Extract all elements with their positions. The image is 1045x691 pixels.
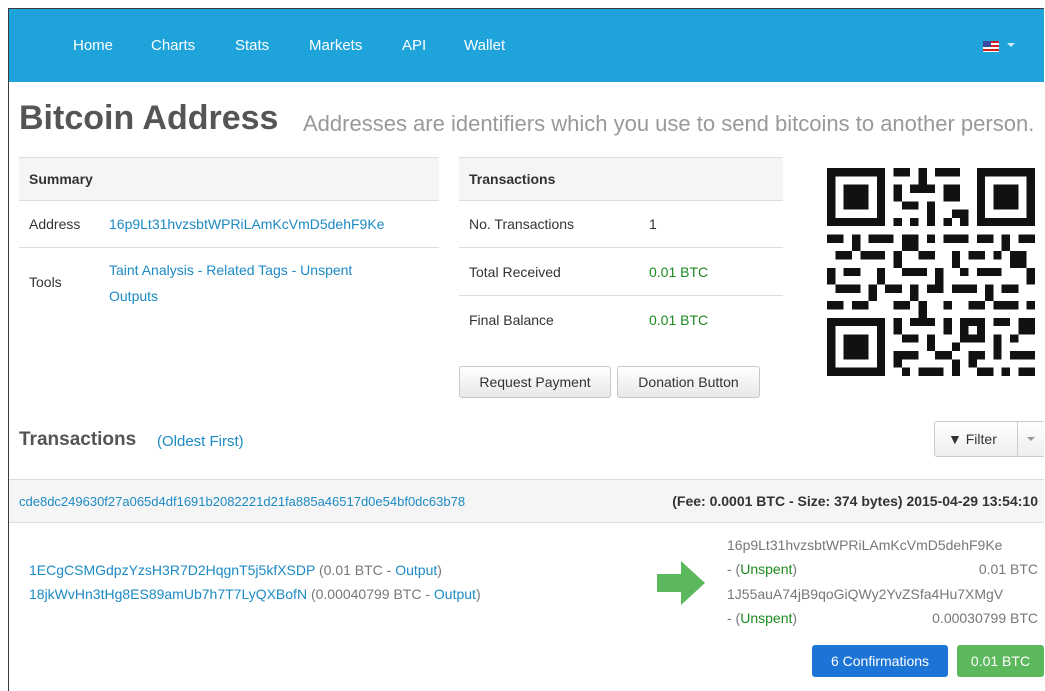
arrow-right-icon xyxy=(657,561,705,605)
final-balance-label: Final Balance xyxy=(469,312,554,328)
confirmations-button[interactable]: 6 Confirmations xyxy=(812,645,948,677)
page-title: Bitcoin Address xyxy=(19,99,279,137)
chevron-down-icon[interactable] xyxy=(1007,43,1015,47)
close-paren: ) xyxy=(475,586,481,602)
no-transactions-label: No. Transactions xyxy=(469,216,575,232)
tools-links[interactable]: Taint Analysis - Related Tags - Unspent xyxy=(109,262,352,278)
output-link[interactable]: Output xyxy=(434,586,476,602)
row-divider xyxy=(19,247,439,248)
nav-markets[interactable]: Markets xyxy=(309,37,362,54)
nav-wallet[interactable]: Wallet xyxy=(464,37,505,54)
input-amount: (0.00040799 BTC - xyxy=(310,586,434,602)
unspent-status: Unspent xyxy=(740,610,793,626)
final-balance-value: 0.01 BTC xyxy=(649,312,709,328)
nav-stats[interactable]: Stats xyxy=(235,37,269,54)
total-amount-button[interactable]: 0.01 BTC xyxy=(957,645,1044,677)
transaction-header-bar: cde8dc249630f27a065d4df1691b2082221d21fa… xyxy=(9,479,1044,523)
tools-label: Tools xyxy=(29,274,62,290)
transactions-header: Transactions xyxy=(459,157,783,201)
donation-button[interactable]: Donation Button xyxy=(617,366,760,398)
total-received-label: Total Received xyxy=(469,264,561,280)
input-address-link[interactable]: 18jkWvHn3tHg8ES89amUb7h7T7LyQXBofN xyxy=(29,586,307,602)
close-paren: ) xyxy=(437,562,442,578)
nav-home[interactable]: Home xyxy=(73,37,113,54)
transactions-summary-table: Transactions No. Transactions 1 Total Re… xyxy=(459,157,783,347)
tx-input: 18jkWvHn3tHg8ES89amUb7h7T7LyQXBofN (0.00… xyxy=(29,586,481,602)
total-received-value: 0.01 BTC xyxy=(649,264,709,280)
row-divider xyxy=(459,247,783,248)
no-transactions-value: 1 xyxy=(649,216,657,232)
input-address-link[interactable]: 1ECgCSMGdpzYzsH3R7D2HqgnT5j5kfXSDP xyxy=(29,562,315,578)
unspent-status: Unspent xyxy=(740,561,793,577)
input-amount: (0.01 BTC - xyxy=(318,562,396,578)
output-address: 16p9Lt31hvzsbtWPRiLAmKcVmD5dehF9Ke xyxy=(727,537,1003,553)
tx-input: 1ECgCSMGdpzYzsH3R7D2HqgnT5j5kfXSDP (0.01… xyxy=(29,562,442,578)
output-address-link[interactable]: 1J55auA74jB9qoGiQWy2YvZSfa4Hu7XMgV xyxy=(727,586,1003,602)
request-payment-button[interactable]: Request Payment xyxy=(459,366,611,398)
output-status: - (Unspent) xyxy=(727,610,798,626)
output-link[interactable]: Output xyxy=(395,562,437,578)
us-flag-icon[interactable] xyxy=(983,41,999,52)
tools-links-outputs[interactable]: Outputs xyxy=(109,288,158,304)
address-value-link[interactable]: 16p9Lt31hvzsbtWPRiLAmKcVmD5dehF9Ke xyxy=(109,216,384,232)
top-navbar: Home Charts Stats Markets API Wallet xyxy=(9,9,1044,82)
output-status: - (Unspent) xyxy=(727,561,798,577)
filter-icon: ▼ xyxy=(948,431,962,447)
output-value: 0.01 BTC xyxy=(978,561,1038,577)
address-label: Address xyxy=(29,216,81,232)
output-value: 0.00030799 BTC xyxy=(932,610,1038,626)
qr-code-image xyxy=(827,168,1035,376)
filter-button[interactable]: ▼ Filter xyxy=(934,421,1044,457)
summary-header: Summary xyxy=(19,157,439,201)
filter-label: ▼ Filter xyxy=(948,431,997,447)
tx-hash-link[interactable]: cde8dc249630f27a065d4df1691b2082221d21fa… xyxy=(19,494,465,509)
nav-api[interactable]: API xyxy=(402,37,426,54)
browser-content: Home Charts Stats Markets API Wallet Bit… xyxy=(8,8,1044,691)
row-divider xyxy=(459,295,783,296)
oldest-first-link[interactable]: (Oldest First) xyxy=(157,433,244,450)
transactions-section-title: Transactions xyxy=(19,429,137,450)
summary-table: Summary Address 16p9Lt31hvzsbtWPRiLAmKcV… xyxy=(19,157,439,305)
filter-divider xyxy=(1017,422,1018,456)
nav-charts[interactable]: Charts xyxy=(151,37,195,54)
chevron-down-icon[interactable] xyxy=(1027,437,1035,441)
tx-meta: (Fee: 0.0001 BTC - Size: 374 bytes) 2015… xyxy=(672,493,1038,509)
page-subtitle: Addresses are identifiers which you use … xyxy=(303,111,1035,136)
